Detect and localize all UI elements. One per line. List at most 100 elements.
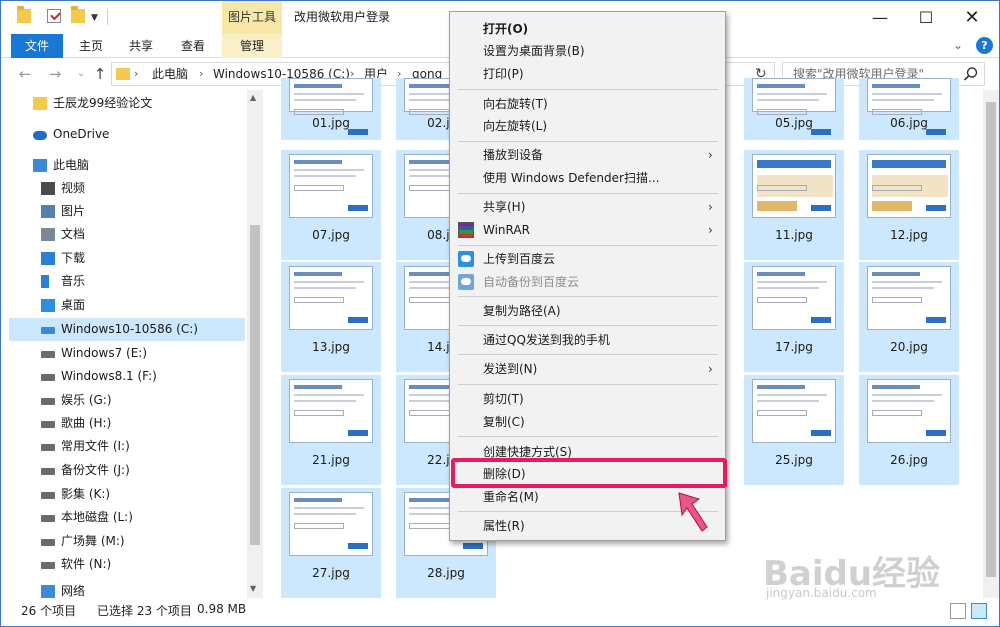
menu-item-rotate-right[interactable]: 向右旋转(T) (450, 93, 725, 115)
forward-icon[interactable]: → (45, 64, 65, 84)
properties-icon[interactable] (47, 9, 61, 23)
folder-icon[interactable] (17, 6, 31, 23)
menu-item-set-wallpaper[interactable]: 设置为桌面背景(B) (450, 40, 725, 62)
preview-detail (463, 543, 483, 549)
tab-manage[interactable]: 管理 (222, 34, 282, 58)
menu-item-rotate-left[interactable]: 向左旋转(L) (450, 115, 725, 137)
recent-locations-icon[interactable]: ⌄ (71, 64, 91, 84)
menu-item-open[interactable]: 打开(O) (450, 18, 725, 40)
sidebar-item[interactable]: 软件 (N:) (9, 553, 245, 576)
preview-detail (757, 201, 797, 211)
large-icons-view-icon[interactable] (971, 603, 987, 619)
customize-quick-access-icon[interactable]: ▼ (91, 13, 98, 23)
search-icon[interactable] (963, 66, 979, 82)
maximize-button[interactable]: ☐ (903, 1, 949, 34)
menu-item-defender-scan[interactable]: 使用 Windows Defender扫描... (450, 167, 725, 189)
file-thumbnail[interactable]: 17.jpg (744, 262, 844, 372)
breadcrumb-separator-icon[interactable]: › (134, 63, 138, 85)
up-icon[interactable]: ↑ (90, 64, 110, 84)
menu-item-cast-to-device[interactable]: 播放到设备 › (450, 144, 725, 166)
menu-item-cut[interactable]: 剪切(T) (450, 388, 725, 410)
sidebar-item[interactable]: 常用文件 (I:) (9, 435, 245, 458)
content-scroll-thumb[interactable] (986, 102, 996, 577)
sidebar-item[interactable]: 影集 (K:) (9, 483, 245, 506)
sidebar-item[interactable]: Windows10-10586 (C:) (9, 318, 245, 341)
preview-detail (348, 430, 368, 436)
nav-scrollbar[interactable]: ▲ ▼ (247, 90, 263, 598)
menu-item-share[interactable]: 共享(H) › (450, 196, 725, 218)
sidebar-item-label: 本地磁盘 (L:) (61, 510, 133, 524)
drive-icon (41, 351, 55, 358)
file-name: 28.jpg (427, 566, 465, 580)
menu-item-winrar[interactable]: WinRAR › (450, 219, 725, 241)
file-thumbnail[interactable]: 01.jpg (281, 78, 381, 140)
sidebar-item[interactable]: 壬辰龙99经验论文 (9, 92, 245, 115)
sidebar-item[interactable]: Windows7 (E:) (9, 342, 245, 365)
sidebar-item[interactable]: 歌曲 (H:) (9, 412, 245, 435)
file-thumbnail[interactable]: 07.jpg (281, 150, 381, 260)
preview-detail (757, 160, 831, 168)
help-icon[interactable]: ? (976, 37, 993, 54)
scroll-down-icon[interactable]: ▼ (250, 584, 256, 593)
file-thumbnail[interactable]: 13.jpg (281, 262, 381, 372)
menu-item-label: 复制(C) (483, 415, 525, 429)
drive-icon (41, 515, 55, 522)
file-thumbnail[interactable]: 12.jpg (859, 150, 959, 260)
pictures-icon (41, 205, 55, 218)
file-thumbnail[interactable]: 21.jpg (281, 375, 381, 485)
scroll-up-icon[interactable]: ▲ (250, 93, 256, 102)
drive-icon (41, 539, 55, 546)
menu-item-label: 发送到(N) (483, 362, 538, 376)
sidebar-item[interactable]: 音乐 (9, 270, 245, 293)
file-thumbnail[interactable]: 11.jpg (744, 150, 844, 260)
sidebar-item-label: 影集 (K:) (61, 487, 111, 501)
back-icon[interactable]: ← (15, 64, 35, 84)
tab-file[interactable]: 文件 (11, 34, 63, 58)
breadcrumb-separator-icon[interactable]: › (199, 63, 203, 85)
preview-detail (872, 99, 934, 101)
menu-item-upload-baidu[interactable]: 上传到百度云 (450, 248, 725, 270)
expand-ribbon-icon[interactable]: ⌄ (953, 38, 963, 52)
sidebar-item[interactable]: 此电脑 (9, 154, 245, 177)
minimize-button[interactable]: — (857, 1, 903, 34)
sidebar-item[interactable]: 备份文件 (J:) (9, 459, 245, 482)
breadcrumb-this-pc[interactable]: 此电脑 (152, 63, 188, 85)
file-thumbnail[interactable]: 05.jpg (744, 78, 844, 140)
nav-scroll-thumb[interactable] (250, 225, 260, 545)
sidebar-item[interactable]: Windows8.1 (F:) (9, 365, 245, 388)
sidebar-item-label: 下载 (61, 251, 86, 265)
preview-detail (757, 272, 805, 276)
menu-item-send-to[interactable]: 发送到(N) › (450, 358, 725, 380)
menu-item-auto-backup-baidu[interactable]: 自动备份到百度云 (450, 271, 725, 293)
file-thumbnail[interactable]: 06.jpg (859, 78, 959, 140)
sidebar-item[interactable]: OneDrive (9, 123, 245, 146)
preview-detail (294, 99, 356, 101)
menu-item-copy[interactable]: 复制(C) (450, 411, 725, 433)
file-thumbnail[interactable]: 27.jpg (281, 488, 381, 598)
sidebar-item[interactable]: 图片 (9, 200, 245, 223)
menu-item-copy-as-path[interactable]: 复制为路径(A) (450, 300, 725, 322)
tab-view[interactable]: 查看 (171, 34, 215, 58)
image-preview (752, 266, 836, 330)
close-button[interactable]: ✕ (949, 1, 995, 34)
tab-home[interactable]: 主页 (69, 34, 113, 58)
sidebar-item[interactable]: 本地磁盘 (L:) (9, 506, 245, 529)
documents-icon (41, 228, 55, 241)
menu-item-print[interactable]: 打印(P) (450, 63, 725, 85)
sidebar-item[interactable]: 娱乐 (G:) (9, 389, 245, 412)
tab-share[interactable]: 共享 (119, 34, 163, 58)
content-scrollbar[interactable] (983, 90, 999, 598)
new-folder-icon[interactable] (71, 6, 85, 23)
sidebar-item[interactable]: 下载 (9, 247, 245, 270)
file-thumbnail[interactable]: 25.jpg (744, 375, 844, 485)
menu-item-send-via-qq[interactable]: 通过QQ发送到我的手机 (450, 329, 725, 351)
sidebar-item[interactable]: 视频 (9, 177, 245, 200)
sidebar-item[interactable]: 文档 (9, 223, 245, 246)
sidebar-item[interactable]: 广场舞 (M:) (9, 530, 245, 553)
menu-divider (458, 89, 718, 90)
menu-item-label: 上传到百度云 (483, 252, 556, 266)
sidebar-item[interactable]: 桌面 (9, 294, 245, 317)
details-view-icon[interactable] (950, 603, 966, 619)
file-thumbnail[interactable]: 20.jpg (859, 262, 959, 372)
file-thumbnail[interactable]: 26.jpg (859, 375, 959, 485)
